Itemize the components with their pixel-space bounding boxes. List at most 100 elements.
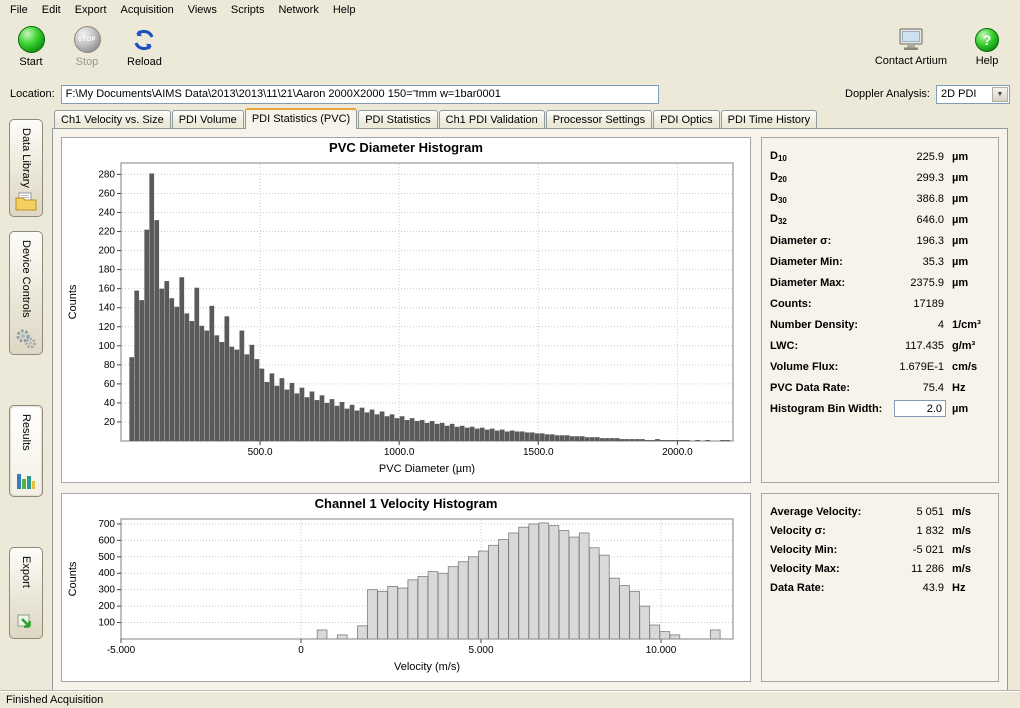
svg-text:5.000: 5.000 [468,645,493,656]
sidebar-button-device-controls[interactable]: Device Controls [9,231,43,355]
velocity-histogram-panel: Channel 1 Velocity Histogram 10020030040… [61,493,751,682]
stat-label: LWC: [770,340,890,352]
svg-text:Counts: Counts [67,284,79,319]
menu-item-edit[interactable]: Edit [35,2,68,18]
stat-label: Histogram Bin Width: [770,403,890,415]
stat-value: 75.4 [890,382,952,394]
velocity-histogram-chart: 100200300400500600700-5.00005.00010.000V… [63,511,749,673]
reload-button[interactable]: Reload [122,23,167,71]
stop-button[interactable]: STOP Stop [66,23,108,71]
stat-value: 117.435 [890,340,952,352]
stat-row-pvc-data-rate: PVC Data Rate:75.4Hz [770,377,992,398]
start-button[interactable]: Start [10,23,52,71]
svg-text:40: 40 [104,398,116,409]
menu-item-file[interactable]: File [3,2,35,18]
menu-item-views[interactable]: Views [181,2,224,18]
start-label: Start [19,56,42,68]
tab-pdi-volume[interactable]: PDI Volume [172,110,244,128]
stat-label: D30 [770,192,890,205]
tab-processor-settings[interactable]: Processor Settings [546,110,652,128]
menu-item-network[interactable]: Network [271,2,325,18]
tab-pdi-time-history[interactable]: PDI Time History [721,110,818,128]
sidebar-label-device-controls: Device Controls [20,240,32,318]
status-bar: Finished Acquisition [0,691,1020,708]
svg-text:-5.000: -5.000 [107,645,136,656]
stat-value: 17189 [890,298,952,310]
svg-text:Velocity (m/s): Velocity (m/s) [394,661,460,673]
sidebar-button-export[interactable]: Export [9,547,43,639]
export-icon [16,613,36,633]
svg-text:300: 300 [98,585,115,596]
svg-text:500.0: 500.0 [248,447,273,458]
bar-chart-icon [16,471,36,491]
stat-value: 386.8 [890,193,952,205]
reload-label: Reload [127,56,162,68]
sidebar-label-export: Export [20,556,32,588]
menu-item-help[interactable]: Help [326,2,363,18]
app-window: FileEditExportAcquisitionViewsScriptsNet… [0,0,1020,708]
stat-label: D32 [770,213,890,226]
stat-unit: µm [952,214,992,226]
sidebar-button-data-library[interactable]: Data Library [9,119,43,217]
stat-label: Average Velocity: [770,506,890,518]
histogram-bin-width-input[interactable] [894,400,946,417]
stat-value: -5 021 [890,544,952,556]
menu-item-acquisition[interactable]: Acquisition [114,2,181,18]
help-icon: ? [975,28,999,52]
stat-value: 4 [890,319,952,331]
stat-row-diameter-min: Diameter Min:35.3µm [770,251,992,272]
tab-ch1-velocity-vs-size[interactable]: Ch1 Velocity vs. Size [54,110,171,128]
tab-pdi-statistics-pvc[interactable]: PDI Statistics (PVC) [245,108,357,129]
help-button[interactable]: ? Help [966,23,1008,70]
velocity-histogram-title: Channel 1 Velocity Histogram [315,494,498,511]
folder-icon [15,192,37,211]
svg-text:200: 200 [98,246,115,257]
contact-artium-button[interactable]: Contact Artium [870,23,952,70]
tab-pdi-statistics[interactable]: PDI Statistics [358,110,437,128]
tab-ch1-pdi-validation[interactable]: Ch1 PDI Validation [439,110,545,128]
svg-text:400: 400 [98,568,115,579]
stat-label: Data Rate: [770,582,890,594]
stat-label: Diameter Min: [770,256,890,268]
stat-row-data-rate: Data Rate:43.9Hz [770,578,992,597]
toolbar: Start STOP Stop Reload [0,19,1020,81]
stat-unit: 1/cm³ [952,319,992,331]
location-input[interactable] [61,85,659,104]
stat-unit: m/s [952,544,992,556]
stat-value [890,400,952,417]
content-column: Ch1 Velocity vs. SizePDI VolumePDI Stati… [52,107,1020,691]
svg-text:180: 180 [98,265,115,276]
stat-label: Diameter σ: [770,235,890,247]
menu-item-export[interactable]: Export [68,2,114,18]
stat-value: 196.3 [890,235,952,247]
stat-row-d10: D10225.9µm [770,146,992,167]
stat-label: Counts: [770,298,890,310]
stat-row-volume-flux: Volume Flux:1.679E-1cm/s [770,356,992,377]
menu-item-scripts[interactable]: Scripts [224,2,272,18]
svg-text:500: 500 [98,552,115,563]
tab-page: PVC Diameter Histogram 20406080100120140… [52,128,1008,691]
stat-row-d30: D30386.8µm [770,188,992,209]
pvc-diameter-histogram-panel: PVC Diameter Histogram 20406080100120140… [61,137,751,483]
stat-unit: g/m³ [952,340,992,352]
tab-pdi-optics[interactable]: PDI Optics [653,110,720,128]
stat-row-diameter-max: Diameter Max:2375.9µm [770,272,992,293]
chevron-down-icon[interactable]: ▼ [992,87,1008,102]
svg-text:700: 700 [98,519,115,530]
tab-strip: Ch1 Velocity vs. SizePDI VolumePDI Stati… [52,107,1008,128]
location-label: Location: [10,88,55,100]
help-icon-text: ? [983,32,992,48]
svg-text:280: 280 [98,169,115,180]
svg-text:80: 80 [104,360,116,371]
doppler-analysis-select[interactable]: 2D PDI ▼ [936,85,1010,104]
stat-row-counts: Counts:17189 [770,293,992,314]
stat-label-subscript: 20 [778,175,787,184]
pvc-diameter-histogram-title: PVC Diameter Histogram [329,138,483,155]
svg-text:140: 140 [98,303,115,314]
stat-unit: µm [952,172,992,184]
start-icon [18,26,45,53]
stat-unit: m/s [952,525,992,537]
stat-value: 5 051 [890,506,952,518]
sidebar-button-results[interactable]: Results [9,405,43,497]
svg-text:Counts: Counts [67,561,79,596]
